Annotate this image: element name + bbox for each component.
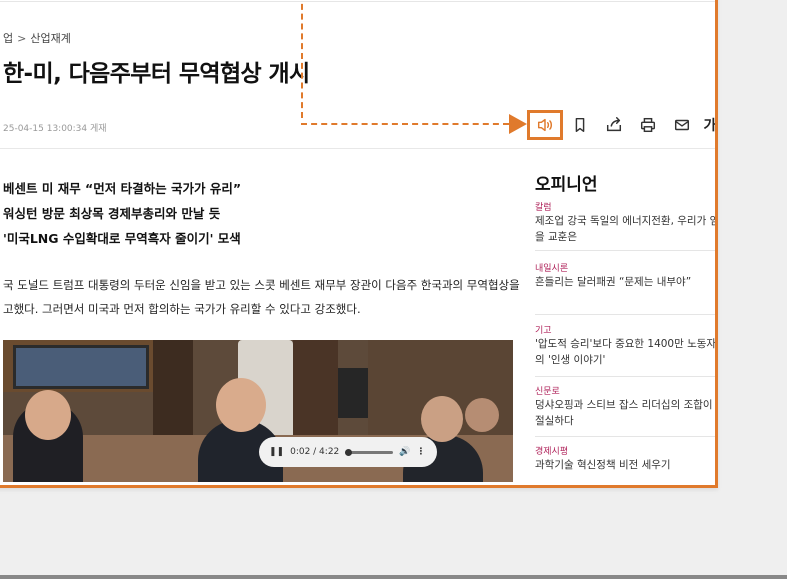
header-divider [0,1,715,2]
breadcrumb-separator: > [17,32,27,45]
article-toolbar: 가 [527,110,715,140]
print-button[interactable] [631,110,665,140]
subhead-2: 워싱턴 방문 최상목 경제부총리와 만날 듯 [3,206,221,221]
body-line-1: 국 도널드 트럼프 대통령의 두터운 신임을 받고 있는 스콧 베센트 재무부 … [3,278,520,292]
opinion-sidebar: 오피니언 칼럼 제조업 강국 독일의 에너지전환, 우리가 얻을 교훈은 내일시… [535,170,715,471]
player-time: 0:02 / 4:22 [290,447,340,457]
callout-line-horizontal [301,123,509,125]
opinion-item[interactable]: 신문로 덩샤오핑과 스티브 잡스 리더십의 조합이 절실하다 [535,384,715,429]
seek-slider[interactable] [345,448,394,456]
opinion-title: 오피니언 [535,175,598,195]
opinion-divider [535,436,715,437]
email-button[interactable] [665,110,699,140]
article-headline: 한-미, 다음주부터 무역협상 개시 [3,61,310,87]
audio-player: ❚❚ 0:02 / 4:22 🔊 ⋮ [259,437,437,467]
listen-button[interactable] [527,110,563,140]
article-subheads: 베센트 미 재무 “먼저 타결하는 국가가 유리” 워싱턴 방문 최상목 경제부… [3,176,241,251]
speaker-icon [537,118,553,132]
breadcrumb-section[interactable]: 업 [3,32,13,45]
body-line-2: 고했다. 그러면서 미국과 먼저 합의하는 국가가 유리할 수 있다고 강조했다… [3,302,361,316]
bottom-scroll-edge [0,575,787,579]
browser-viewport: 업 > 산업재계 한-미, 다음주부터 무역협상 개시 25-04-15 13:00… [0,0,718,488]
opinion-item[interactable]: 경제시평 과학기술 혁신정책 비전 세우기 [535,444,715,473]
article-body: 국 도널드 트럼프 대통령의 두터운 신임을 받고 있는 스콧 베센트 재무부 … [3,273,520,321]
opinion-item[interactable]: 칼럼 제조업 강국 독일의 에너지전환, 우리가 얻을 교훈은 [535,200,715,245]
article-dateline: 25-04-15 13:00:34 게재 [3,124,107,134]
opinion-divider [535,376,715,377]
share-icon [606,117,622,132]
opinion-headline[interactable]: 흔들리는 달러패권 “문제는 내부야” [535,274,715,290]
breadcrumb-subsection[interactable]: 산업재계 [30,32,70,45]
opinion-category: 경제시평 [535,447,569,457]
opinion-item[interactable]: 내일시론 흔들리는 달러패권 “문제는 내부야” [535,261,715,290]
mail-icon [674,119,690,131]
opinion-category: 신문로 [535,387,560,397]
article-divider [0,148,715,149]
more-options-icon[interactable]: ⋮ [417,447,426,457]
subhead-3: '미국LNG 수입확대로 무역흑자 줄이기' 모색 [3,231,241,246]
callout-line-vertical [301,0,303,118]
bookmark-button[interactable] [563,110,597,140]
font-size-button[interactable]: 가 [699,110,715,140]
volume-icon[interactable]: 🔊 [399,447,410,457]
opinion-item[interactable]: 기고 '압도적 승리'보다 중요한 1400만 노동자의 '인생 이야기' [535,323,715,368]
opinion-category: 내일시론 [535,264,569,274]
opinion-divider [535,250,715,251]
opinion-headline[interactable]: 덩샤오핑과 스티브 잡스 리더십의 조합이 절실하다 [535,397,715,429]
callout-arrow-icon [509,114,527,134]
subhead-1: 베센트 미 재무 “먼저 타결하는 국가가 유리” [3,181,242,196]
opinion-divider [535,314,715,315]
opinion-headline[interactable]: 과학기술 혁신정책 비전 세우기 [535,457,715,473]
opinion-category: 기고 [535,326,552,336]
opinion-headline[interactable]: '압도적 승리'보다 중요한 1400만 노동자의 '인생 이야기' [535,336,715,368]
opinion-headline[interactable]: 제조업 강국 독일의 에너지전환, 우리가 얻을 교훈은 [535,213,715,245]
print-icon [640,117,656,133]
bookmark-icon [575,117,585,133]
article-photo [3,340,513,482]
share-button[interactable] [597,110,631,140]
pause-button[interactable]: ❚❚ [269,447,284,457]
breadcrumb: 업 > 산업재계 [3,30,71,46]
opinion-category: 칼럼 [535,203,552,213]
